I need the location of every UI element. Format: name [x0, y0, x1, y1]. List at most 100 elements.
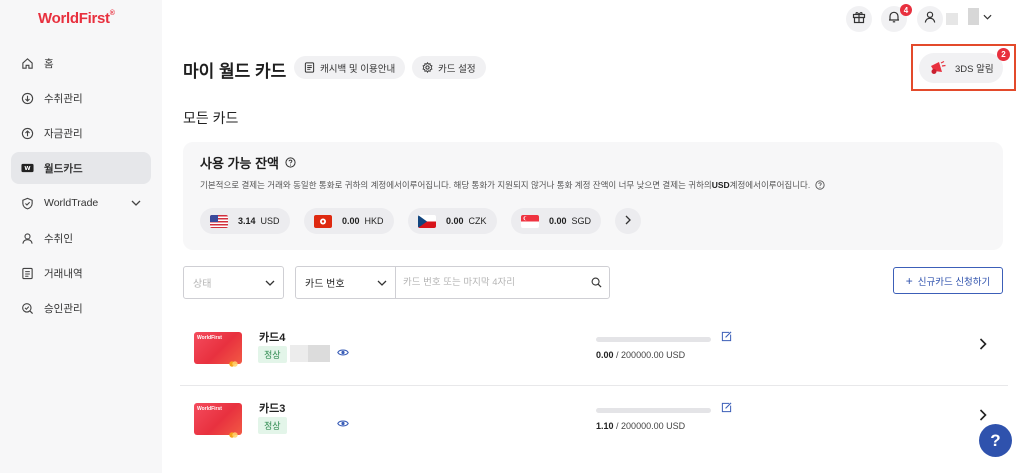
sidebar-nav: 홈 수취관리 자금관리 W 월드카드 WorldTrade 수취인 거래내역 승… [11, 47, 151, 327]
masked-card-number [308, 345, 330, 362]
balance-title-text: 사용 가능 잔액 [200, 156, 279, 171]
currency-balance-sgd[interactable]: 0.00 SGD [511, 208, 602, 234]
sidebar-item-label: 거래내역 [44, 267, 83, 280]
masked-username-2 [968, 8, 979, 25]
hk-flag-icon [314, 214, 332, 228]
currency-amount: 0.00 [549, 216, 567, 226]
user-icon [20, 231, 34, 245]
sidebar-item-label: WorldTrade [44, 197, 99, 209]
user-icon [923, 10, 937, 29]
card-thumbnail-brand: WorldFirst [197, 335, 222, 341]
balance-description: 기본적으로 결제는 거래와 동일한 통화로 귀하의 계정에서이루어집니다. 해당… [200, 179, 825, 191]
page-title: 마이 월드 카드 [183, 62, 287, 81]
document-icon [304, 62, 315, 73]
sidebar-item-funds[interactable]: 자금관리 [11, 117, 151, 149]
sidebar-item-payees[interactable]: 수취인 [11, 222, 151, 254]
status-badge: 정상 [258, 417, 287, 434]
status-badge: 정상 [258, 346, 287, 363]
3ds-alert-label: 3DS 알림 [955, 64, 994, 75]
chevron-down-icon[interactable] [983, 14, 992, 20]
currency-amount: 0.00 [342, 216, 360, 226]
cz-flag-icon [418, 214, 436, 228]
sidebar-item-approvals[interactable]: 승인관리 [11, 292, 151, 324]
eye-icon[interactable] [337, 419, 349, 428]
card-thumbnail-brand: WorldFirst [197, 406, 222, 412]
currency-code: USD [260, 216, 280, 226]
sidebar-item-label: 수취관리 [44, 92, 83, 105]
edit-icon[interactable] [721, 331, 732, 342]
chevron-down-icon [377, 280, 387, 286]
plus-icon: + [905, 273, 913, 288]
card-settings-label: 카드 설정 [438, 63, 476, 75]
gift-button[interactable] [846, 6, 872, 32]
mastercard-icon [229, 425, 238, 438]
account-button[interactable] [917, 6, 943, 32]
currency-balance-hkd[interactable]: 0.00 HKD [304, 208, 394, 234]
help-button[interactable]: ? [979, 424, 1012, 457]
bell-icon [887, 10, 901, 29]
sidebar-item-receive[interactable]: 수취관리 [11, 82, 151, 114]
search-icon[interactable] [591, 277, 602, 288]
currency-balance-usd[interactable]: 3.14 USD [200, 208, 290, 234]
currency-amount: 0.00 [446, 216, 464, 226]
card-icon: W [20, 161, 34, 175]
balance-desc-currency: USD [711, 180, 730, 190]
masked-username [946, 13, 958, 25]
eye-icon[interactable] [337, 348, 349, 357]
card-settings-button[interactable]: 카드 설정 [412, 56, 486, 79]
status-select-placeholder: 상태 [193, 279, 212, 290]
logo-mark: ® [109, 10, 115, 17]
approval-icon [20, 301, 34, 315]
more-currencies-button[interactable] [615, 208, 641, 234]
shield-icon [20, 196, 34, 210]
sidebar-item-worldcard[interactable]: W 월드카드 [11, 152, 151, 184]
all-cards-heading: 모든 카드 [183, 110, 239, 126]
usage-used: 0.00 [596, 350, 614, 360]
sidebar-item-transactions[interactable]: 거래내역 [11, 257, 151, 289]
card-row[interactable]: WorldFirst 카드3 정상 1.10 / 200000.00 USD [180, 387, 1008, 457]
funds-icon [20, 126, 34, 140]
status-select[interactable]: 상태 [183, 266, 284, 299]
apply-new-card-button[interactable]: + 신규카드 신청하기 [893, 267, 1003, 294]
sidebar-item-label: 홈 [44, 57, 54, 70]
available-balance-panel: 사용 가능 잔액 기본적으로 결제는 거래와 동일한 통화로 귀하의 계정에서이… [183, 142, 1003, 250]
3ds-alert-highlight: 3DS 알림 2 [911, 44, 1016, 91]
sidebar-item-home[interactable]: 홈 [11, 47, 151, 79]
notification-count-badge: 4 [900, 4, 912, 16]
usage-limit: / 200000.00 USD [616, 421, 686, 431]
svg-text:W: W [24, 166, 30, 172]
edit-icon[interactable] [721, 402, 732, 413]
logo-text: WorldFirst [38, 10, 110, 27]
3ds-alert-button[interactable]: 3DS 알림 [919, 53, 1003, 83]
sidebar-item-label: 자금관리 [44, 127, 83, 140]
megaphone-icon [929, 60, 947, 76]
cashback-info-button[interactable]: 캐시백 및 이용안내 [294, 56, 406, 79]
card-row[interactable]: WorldFirst 카드4 정상 0.00 / 200000.00 USD [180, 316, 1008, 386]
list-icon [20, 266, 34, 280]
search-field-select[interactable]: 카드 번호 [295, 266, 396, 299]
gift-icon [852, 10, 866, 29]
card-search-box [395, 266, 610, 299]
worldfirst-logo[interactable]: WorldFirst® [38, 10, 115, 27]
usage-progress-bar [596, 408, 711, 413]
currency-amount: 3.14 [238, 216, 256, 226]
chevron-down-icon[interactable] [131, 197, 141, 209]
cashback-info-label: 캐시백 및 이용안내 [320, 63, 396, 75]
currency-balance-czk[interactable]: 0.00 CZK [408, 208, 497, 234]
chevron-down-icon [265, 280, 275, 286]
sg-flag-icon [521, 214, 539, 228]
home-icon [20, 56, 34, 70]
usage-text: 0.00 / 200000.00 USD [596, 350, 685, 360]
usage-progress-bar [596, 337, 711, 342]
currency-code: CZK [468, 216, 487, 226]
sidebar-item-worldtrade[interactable]: WorldTrade [11, 187, 151, 219]
balance-title: 사용 가능 잔액 [200, 153, 296, 172]
sidebar-item-label: 월드카드 [44, 162, 83, 175]
card-search-input[interactable] [403, 277, 583, 288]
help-circle-icon[interactable] [285, 157, 296, 168]
us-flag-icon [210, 214, 228, 228]
help-circle-icon[interactable] [815, 180, 825, 190]
chevron-right-icon[interactable] [979, 409, 987, 421]
notifications-button[interactable]: 4 [881, 4, 912, 32]
chevron-right-icon[interactable] [979, 338, 987, 350]
